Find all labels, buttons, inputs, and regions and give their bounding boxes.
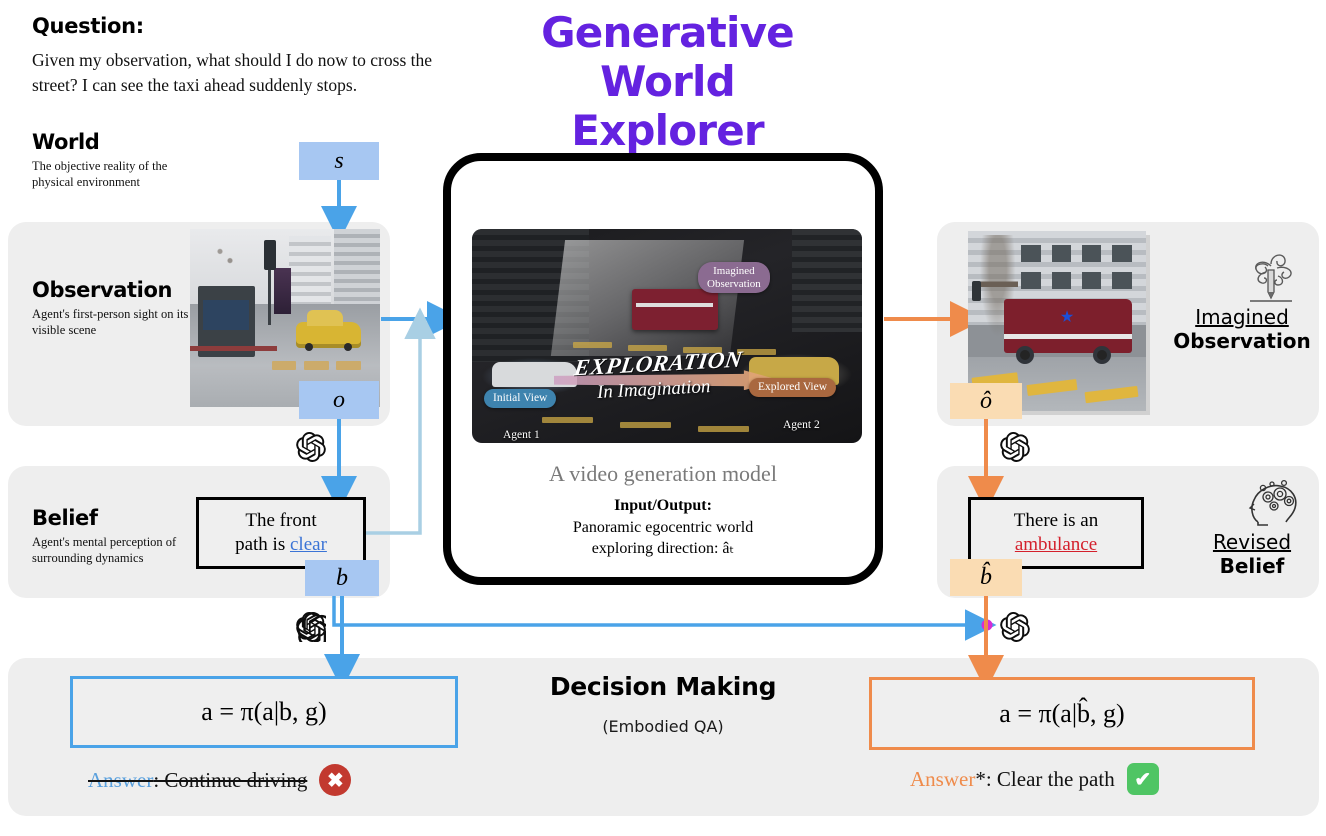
openai-logo-icon <box>1000 432 1030 462</box>
pill-imagined-line2: Observation <box>707 277 761 290</box>
policy-formula-belief: a = π(a|b, g) <box>70 676 458 748</box>
agent2-caption: Agent 2 <box>783 419 820 431</box>
belief-text-line1: The front <box>245 509 317 531</box>
policy-formula-revised-belief: a = π(a|b̂, g) <box>869 677 1255 750</box>
imagined-observation-badge: ô <box>950 383 1022 419</box>
pill-imagined-line1: Imagined <box>713 265 755 277</box>
openai-logo-icon <box>296 432 326 462</box>
openai-logo-icon <box>296 612 326 642</box>
revised-belief-badge: b̂ <box>950 559 1022 596</box>
state-badge: s <box>299 142 379 180</box>
observation-badge: o <box>299 381 379 419</box>
io-label: Input/Output: <box>614 497 712 514</box>
io-line-1: Panoramic egocentric world <box>572 519 754 536</box>
belief-statement-box: The front path is clear <box>196 497 366 569</box>
imagined-observation-pill: Imagined Observation <box>698 262 770 294</box>
generative-world-explorer-card: Imagined Observation Initial View Explor… <box>443 153 883 585</box>
belief-text-line2: path is <box>235 534 290 555</box>
revised-belief-line1: There is an <box>1013 509 1099 531</box>
initial-view-pill: Initial View <box>484 389 557 409</box>
belief-highlight: clear <box>289 534 327 555</box>
video-model-caption: A video generation model <box>549 461 777 486</box>
agent1-caption: Agent 1 <box>503 429 540 441</box>
io-description: Panoramic egocentric world exploring dir… <box>451 517 875 559</box>
explored-view-pill: Explored View <box>749 378 837 398</box>
openai-logo-icon <box>1000 612 1030 642</box>
video-still-image <box>472 229 862 443</box>
io-line-2: exploring direction: âₜ <box>591 540 735 558</box>
belief-badge: b <box>305 560 379 596</box>
revised-belief-highlight: ambulance <box>1014 534 1098 555</box>
